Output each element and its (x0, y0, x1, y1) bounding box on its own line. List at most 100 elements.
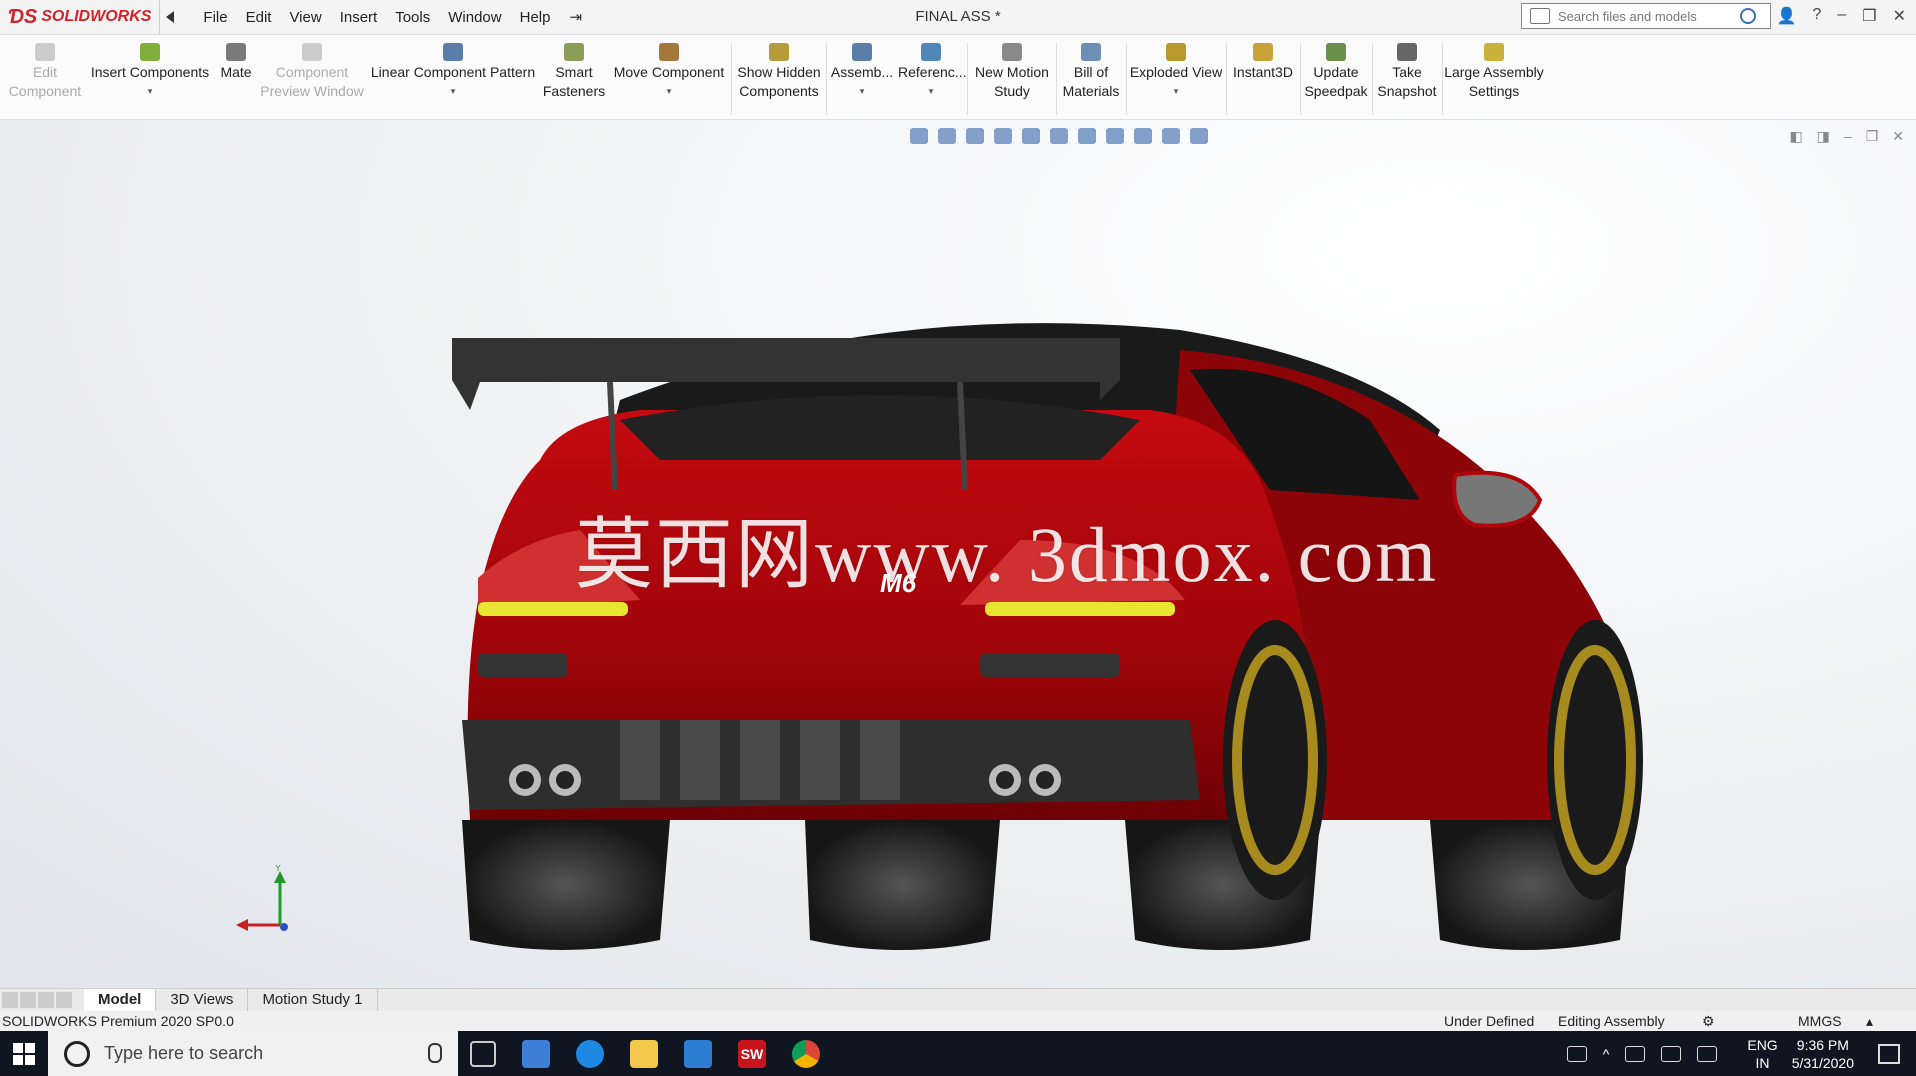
label: Move Component (613, 64, 725, 80)
label: Take (1392, 64, 1422, 80)
label: Large Assembly (1444, 64, 1544, 80)
menu-tools[interactable]: Tools (386, 9, 439, 26)
edit-component-icon (35, 43, 55, 61)
exploded-view-button[interactable]: Exploded View ▾ (1128, 43, 1224, 101)
edit-component-button[interactable]: Edit Component (8, 43, 82, 101)
dropdown-arrow-icon[interactable]: ▾ (1128, 82, 1224, 101)
search-placeholder: Search files and models (1558, 8, 1697, 24)
search-files-icon (1530, 8, 1550, 24)
reference-geometry-button[interactable]: Referenc... ▾ (898, 43, 966, 101)
reflector-right (980, 653, 1120, 677)
units-dropdown-icon[interactable]: ▴ (1866, 1011, 1873, 1031)
menu-edit[interactable]: Edit (237, 9, 281, 26)
tab-3d-views[interactable]: 3D Views (156, 989, 249, 1011)
dropdown-arrow-icon[interactable]: ▾ (898, 82, 964, 101)
label: Snapshot (1377, 83, 1437, 99)
people-icon[interactable] (1566, 1045, 1587, 1062)
label: Edit (32, 64, 58, 80)
bottom-tabs-bar: Model 3D Views Motion Study 1 (0, 988, 1916, 1011)
clock-date: 5/31/2020 (1791, 1054, 1854, 1071)
bill-of-materials-icon (1081, 43, 1101, 61)
tab-model[interactable]: Model (84, 989, 157, 1011)
take-snapshot-button[interactable]: Take Snapshot (1374, 43, 1440, 101)
edge-icon[interactable] (576, 1039, 604, 1068)
tab-scroll-buttons (2, 992, 72, 1008)
component-preview-window-button[interactable]: Component Preview Window (258, 43, 366, 101)
bill-of-materials-button[interactable]: Bill of Materials (1058, 43, 1124, 101)
instant3d-button[interactable]: Instant3D (1228, 43, 1298, 82)
graphics-viewport[interactable]: ◧ ◨ – ❐ ✕ M6 莫西网www. 3dmox. com Y (0, 120, 1916, 988)
toolbar-separator (1372, 43, 1373, 115)
command-manager-toolbar: Edit Component Insert Components ▾ Mate … (0, 35, 1916, 120)
pin-icon[interactable]: ⇥ (569, 8, 582, 26)
microphone-icon[interactable] (428, 1043, 442, 1063)
taskbar-search-placeholder: Type here to search (104, 1043, 264, 1063)
label: Components (739, 83, 819, 99)
move-component-button[interactable]: Move Component ▾ (612, 43, 726, 101)
menu-insert[interactable]: Insert (331, 9, 387, 26)
onedrive-icon[interactable] (1625, 1045, 1646, 1062)
new-motion-study-button[interactable]: New Motion Study (970, 43, 1054, 101)
chrome-icon[interactable] (792, 1039, 820, 1068)
window-controls: 👤 ? – ❐ ✕ (1777, 6, 1906, 26)
dropdown-arrow-icon[interactable]: ▾ (90, 82, 210, 101)
wifi-icon[interactable] (1697, 1045, 1718, 1062)
update-speedpak-button[interactable]: Update Speedpak (1302, 43, 1370, 101)
search-input[interactable]: Search files and models (1521, 3, 1771, 29)
linear-component-pattern-button[interactable]: Linear Component Pattern ▾ (370, 43, 536, 101)
next-tab-icon[interactable] (38, 992, 54, 1008)
show-hidden-icons-icon[interactable]: ^ (1603, 1046, 1610, 1062)
show-hidden-components-button[interactable]: Show Hidden Components (736, 43, 822, 101)
store-icon[interactable] (522, 1039, 550, 1068)
first-tab-icon[interactable] (2, 992, 18, 1008)
dropdown-arrow-icon[interactable]: ▾ (612, 82, 726, 101)
user-icon[interactable]: 👤 (1777, 6, 1797, 26)
tab-motion-study[interactable]: Motion Study 1 (248, 989, 378, 1011)
file-explorer-icon[interactable] (630, 1039, 658, 1068)
unit-system[interactable]: MMGS (1798, 1011, 1842, 1031)
cortana-icon (64, 1040, 90, 1067)
previous-tab-icon[interactable] (20, 992, 36, 1008)
windows-taskbar: Type here to search SW ^ ENG IN 9:36 PM … (0, 1031, 1916, 1076)
last-tab-icon[interactable] (56, 992, 72, 1008)
assembly-features-button[interactable]: Assemb... ▾ (830, 43, 894, 101)
mail-icon[interactable] (684, 1039, 712, 1068)
smart-fasteners-button[interactable]: Smart Fasteners (540, 43, 608, 101)
language-code: ENG (1747, 1036, 1778, 1053)
language-indicator[interactable]: ENG IN (1747, 1036, 1777, 1072)
menu-help[interactable]: Help (511, 9, 560, 26)
minimize-icon[interactable]: – (1837, 6, 1846, 26)
help-icon[interactable]: ? (1812, 6, 1821, 26)
label: Exploded View (1129, 64, 1223, 80)
insert-components-icon (140, 43, 160, 61)
dropdown-arrow-icon[interactable]: ▾ (830, 82, 894, 101)
large-assembly-settings-button[interactable]: Large Assembly Settings (1444, 43, 1544, 101)
motion-study-icon (1002, 43, 1022, 61)
notifications-icon[interactable] (1878, 1043, 1900, 1064)
close-icon[interactable]: ✕ (1893, 6, 1906, 26)
triad-x-arrow (236, 919, 248, 931)
menu-file[interactable]: File (194, 9, 236, 26)
clock-time: 9:36 PM (1796, 1036, 1849, 1053)
search-icon[interactable] (1740, 8, 1756, 24)
watermark-text: 莫西网www. 3dmox. com (575, 511, 1438, 598)
collapse-arrow-icon[interactable] (166, 11, 175, 23)
label: Update (1313, 64, 1359, 80)
restore-icon[interactable]: ❐ (1862, 6, 1876, 26)
menu-window[interactable]: Window (439, 9, 510, 26)
solidworks-taskbar-icon[interactable]: SW (738, 1039, 766, 1068)
mate-button[interactable]: Mate (214, 43, 258, 82)
camera-icon (1397, 43, 1417, 61)
insert-components-button[interactable]: Insert Components ▾ (90, 43, 210, 101)
assembly-features-icon (852, 43, 872, 61)
taskbar-search[interactable]: Type here to search (48, 1031, 458, 1076)
task-view-icon[interactable] (470, 1040, 496, 1067)
dropdown-arrow-icon[interactable]: ▾ (370, 82, 536, 101)
battery-icon[interactable] (1661, 1045, 1682, 1062)
label: Fasteners (542, 83, 606, 99)
start-button[interactable] (0, 1031, 48, 1076)
clock[interactable]: 9:36 PM 5/31/2020 (1792, 1036, 1854, 1072)
solidworks-logo[interactable]: ƊS SOLIDWORKS (0, 0, 161, 34)
menu-view[interactable]: View (280, 9, 330, 26)
rebuild-icon[interactable]: ⚙ (1702, 1011, 1715, 1031)
